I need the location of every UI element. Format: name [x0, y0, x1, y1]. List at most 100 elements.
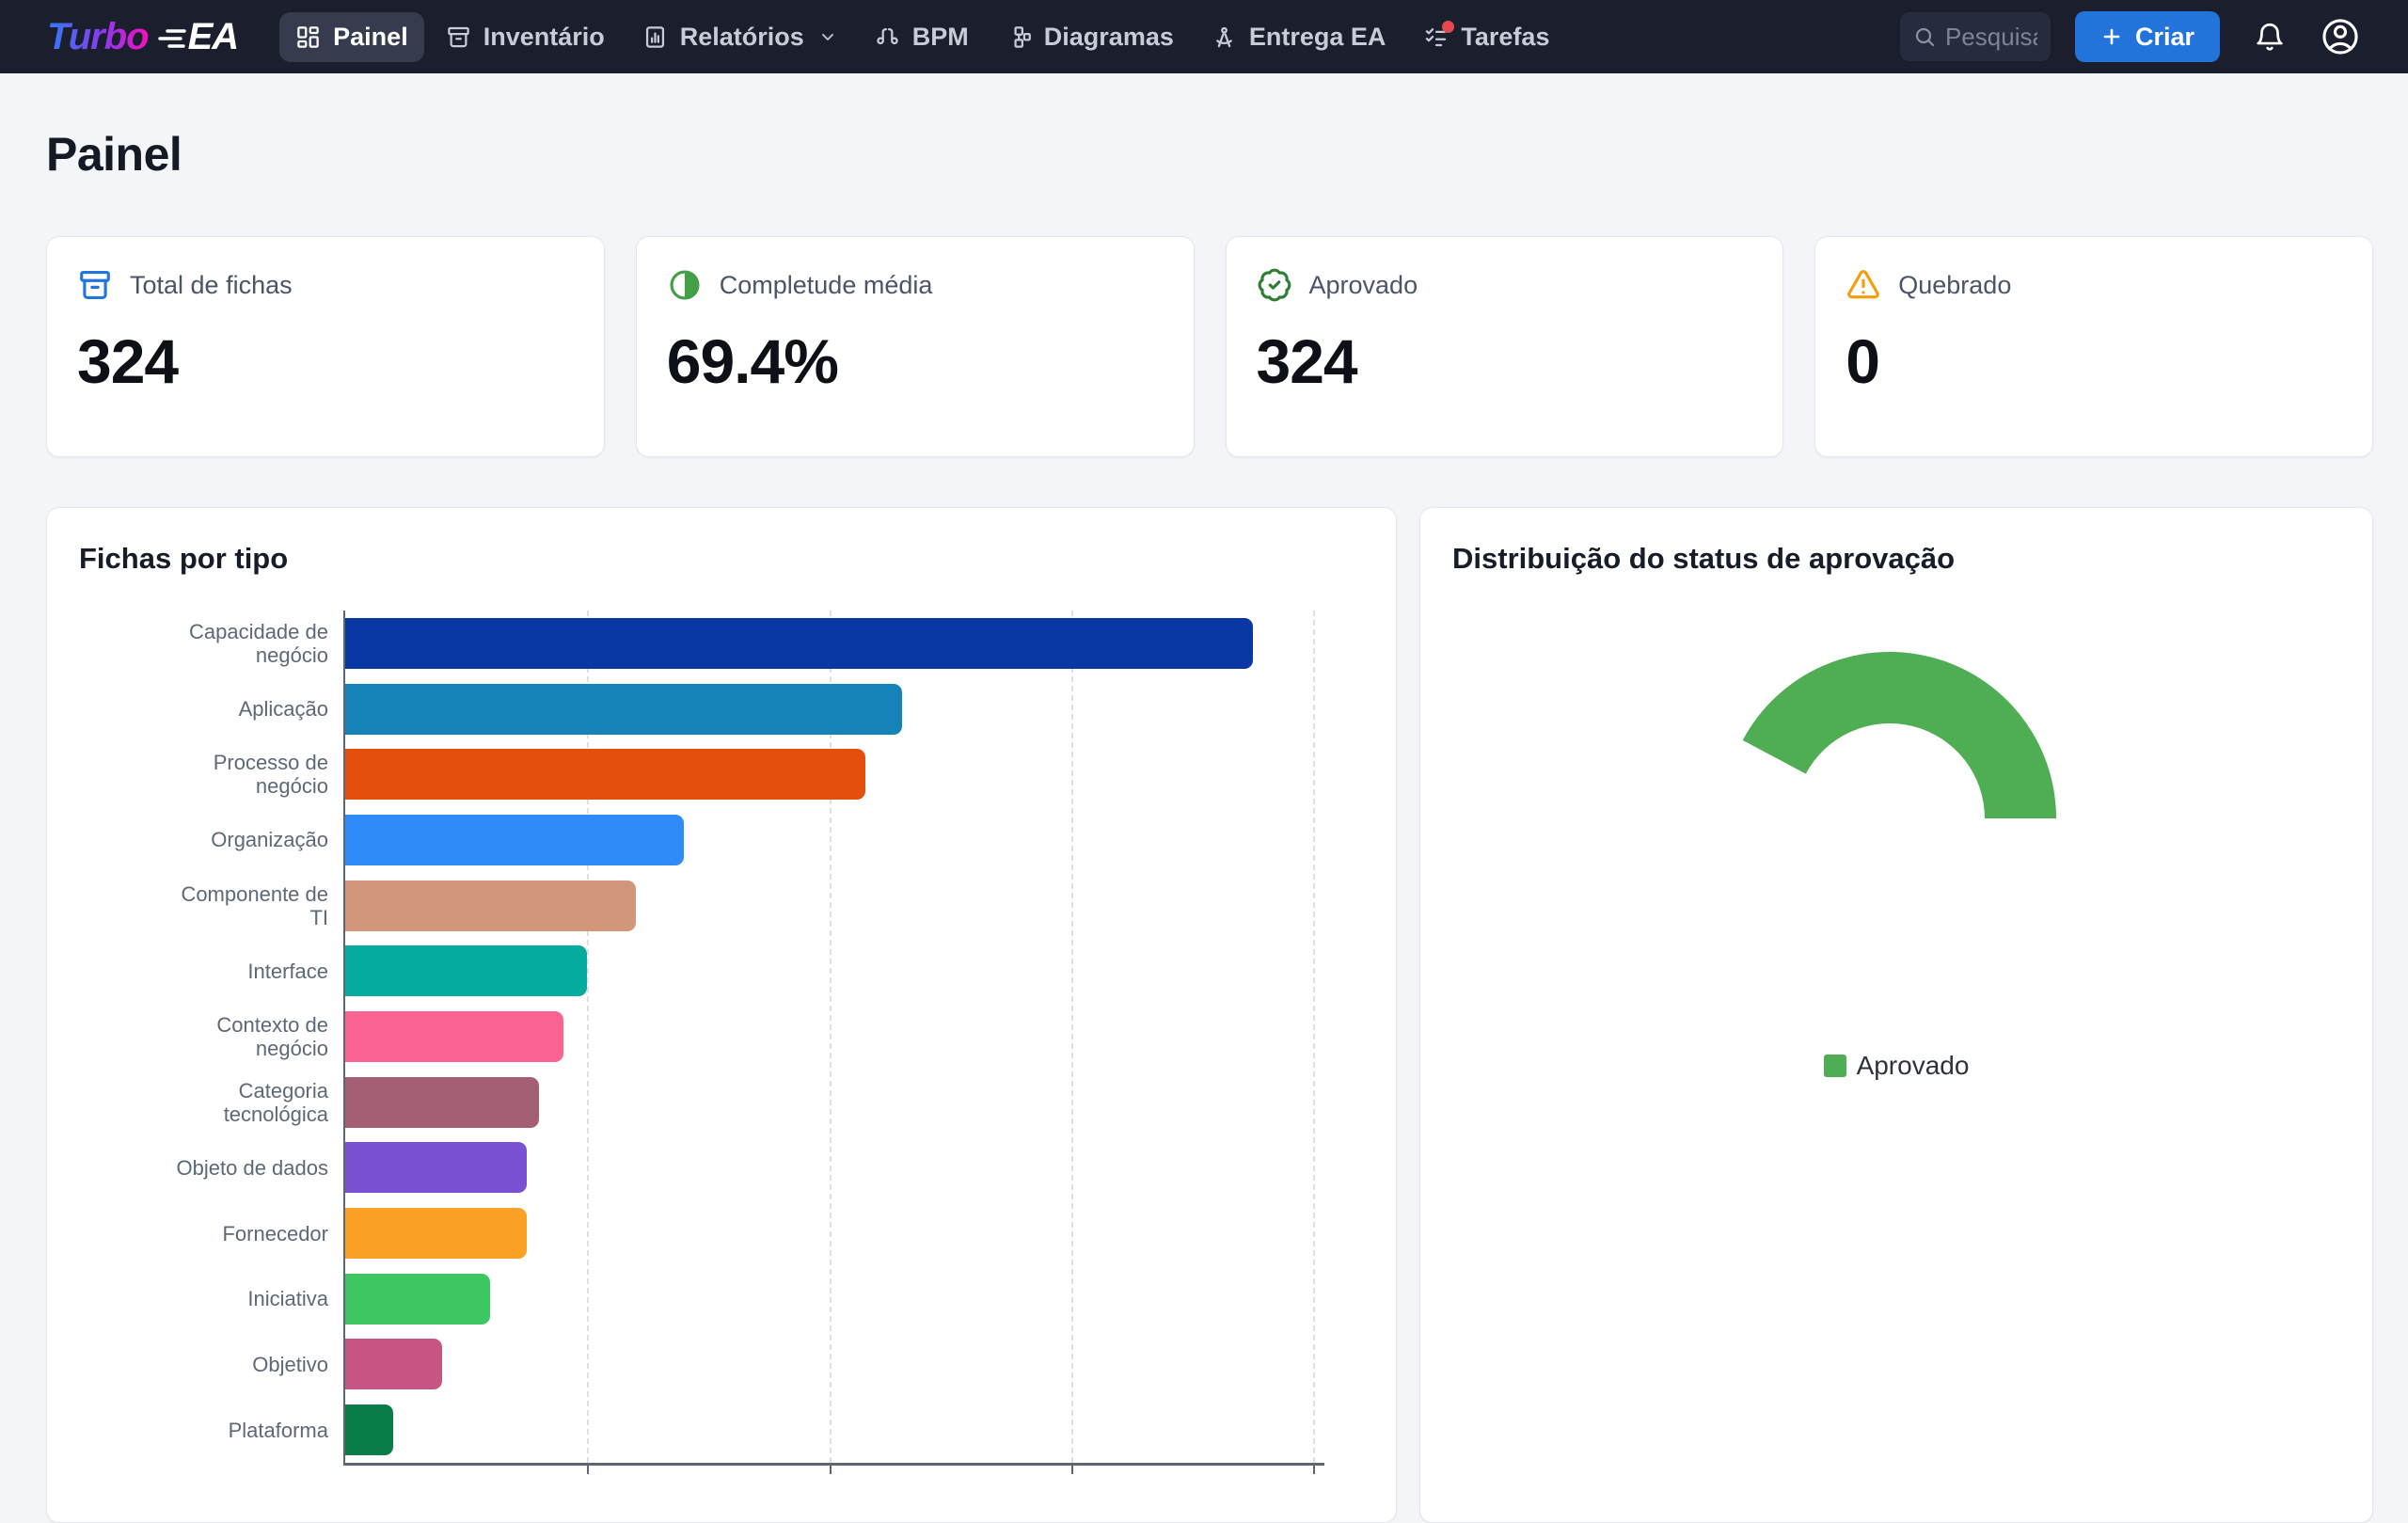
bar-chart-title: Fichas por tipo [79, 542, 1364, 576]
search-box[interactable] [1900, 12, 2051, 61]
stat-card-header: Quebrado [1846, 267, 2342, 303]
bar-category-label: Componente de TI [79, 882, 343, 929]
bar-chart-plot: Capacidade de negócio Aplicação Processo d… [79, 611, 1364, 1495]
stat-card-header: Completude média [667, 267, 1164, 303]
chart-legend[interactable]: Aprovado [1420, 1051, 2372, 1081]
x-axis-tick-80 [1313, 1466, 1315, 1474]
stat-card-value: 0 [1846, 325, 2342, 397]
nav-item-icon-wrap [295, 24, 321, 50]
nav-item-diagramas[interactable]: Diagramas [990, 12, 1190, 62]
stat-card-label: Completude média [720, 271, 933, 300]
notification-dot [1442, 21, 1454, 33]
nav-item-label: Inventário [483, 23, 605, 52]
stat-card-header: Total de fichas [77, 267, 574, 303]
legend-label: Aprovado [1857, 1051, 1970, 1081]
nav-item-inventario[interactable]: Inventário [430, 12, 621, 62]
stat-card-quebrado: Quebrado 0 [1814, 236, 2373, 457]
chevron-down-icon [818, 27, 837, 46]
archive-icon [446, 24, 471, 50]
bar-category-label: Contexto de negócio [79, 1013, 343, 1060]
plus-icon [2100, 25, 2123, 48]
bar-row: Processo de negócio [79, 741, 1364, 807]
bar-12[interactable] [345, 1404, 393, 1455]
stat-card-label: Total de fichas [130, 271, 293, 300]
bar-row: Objetivo [79, 1332, 1364, 1398]
bar-row: Interface [79, 938, 1364, 1004]
stat-card-completude-media: Completude média69.4% [636, 236, 1195, 457]
stat-card-aprovado: Aprovado324 [1226, 236, 1784, 457]
badge-check-icon [1257, 267, 1292, 303]
nav-item-label: Relatórios [680, 23, 804, 52]
create-button[interactable]: Criar [2075, 11, 2220, 62]
bar-row: Categoria tecnológica [79, 1070, 1364, 1135]
half-pie-icon [667, 267, 703, 303]
bell-icon [2254, 21, 2286, 53]
bar-row: Aplicação [79, 676, 1364, 742]
bar-row: Objeto de dados [79, 1135, 1364, 1201]
donut-arc[interactable] [1692, 621, 2087, 1021]
app-logo[interactable]: Turbo EA [47, 16, 238, 58]
page-title: Painel [46, 127, 2373, 182]
bar-7[interactable] [345, 1077, 539, 1128]
bar-11[interactable] [345, 1339, 442, 1389]
bar-0[interactable] [345, 618, 1253, 669]
search-input[interactable] [1945, 23, 2037, 52]
stat-card-label: Aprovado [1309, 271, 1418, 300]
charts-row: Fichas por tipo Capacidade de negócio Apl… [46, 507, 2373, 1523]
x-axis-tick-60 [1071, 1466, 1073, 1474]
nav-item-entrega-ea[interactable]: Entrega EA [1196, 12, 1402, 62]
nav-item-label: Tarefas [1461, 23, 1549, 52]
bar-row: Contexto de negócio [79, 1004, 1364, 1070]
nav-item-relatorios[interactable]: Relatórios [626, 12, 853, 62]
bar-category-label: Interface [79, 960, 343, 983]
bpm-icon [875, 24, 900, 50]
bar-row: Componente de TI [79, 873, 1364, 939]
bar-category-label: Capacidade de negócio [79, 620, 343, 667]
bar-category-label: Objeto de dados [79, 1156, 343, 1180]
bar-9[interactable] [345, 1208, 527, 1259]
archive-icon [77, 267, 113, 303]
plus-icon [2100, 25, 2123, 48]
bar-3[interactable] [345, 815, 684, 865]
nav-item-icon-wrap [642, 24, 668, 50]
x-axis-line [343, 1463, 1324, 1466]
bar-category-label: Objetivo [79, 1353, 343, 1376]
bar-category-label: Aplicação [79, 697, 343, 721]
bar-row: Iniciativa [79, 1266, 1364, 1332]
user-menu-button[interactable] [2320, 16, 2361, 57]
notifications-button[interactable] [2254, 21, 2286, 53]
bar-category-label: Categoria tecnológica [79, 1079, 343, 1126]
bar-row: Plataforma [79, 1397, 1364, 1463]
bar-4[interactable] [345, 880, 636, 931]
search-icon [1913, 25, 1936, 48]
stat-card-header: Aprovado [1257, 267, 1753, 303]
nav-item-label: Painel [333, 23, 408, 52]
nav-item-tarefas[interactable]: Tarefas [1407, 12, 1565, 62]
bar-2[interactable] [345, 749, 865, 800]
bar-10[interactable] [345, 1274, 490, 1325]
user-icon [2320, 16, 2361, 57]
bar-category-label: Processo de negócio [79, 751, 343, 798]
report-icon [642, 24, 668, 50]
bar-5[interactable] [345, 945, 587, 996]
nav-item-icon-wrap [875, 24, 900, 50]
logo-text-primary: Turbo [47, 16, 149, 58]
nav-item-label: BPM [912, 23, 969, 52]
legend-swatch [1824, 1055, 1846, 1077]
bar-6[interactable] [345, 1011, 563, 1062]
x-axis-tick-40 [830, 1466, 832, 1474]
create-button-label: Criar [2135, 23, 2194, 52]
bar-row: Organização [79, 807, 1364, 873]
bar-1[interactable] [345, 684, 902, 735]
nav-item-bpm[interactable]: BPM [859, 12, 985, 62]
nav-item-icon-wrap [446, 24, 471, 50]
nav-item-icon-wrap [1212, 24, 1237, 50]
main-nav: Painel Inventário Relatórios BPM DiagramasEn… [279, 12, 1565, 62]
donut-chart-card: Distribuição do status de aprovação Apro… [1419, 507, 2373, 1523]
nav-item-painel[interactable]: Painel [279, 12, 424, 62]
bar-8[interactable] [345, 1142, 527, 1193]
bar-category-label: Organização [79, 828, 343, 851]
bar-row: Capacidade de negócio [79, 611, 1364, 676]
bar-row: Fornecedor [79, 1200, 1364, 1266]
nav-item-icon-wrap [1423, 24, 1449, 50]
